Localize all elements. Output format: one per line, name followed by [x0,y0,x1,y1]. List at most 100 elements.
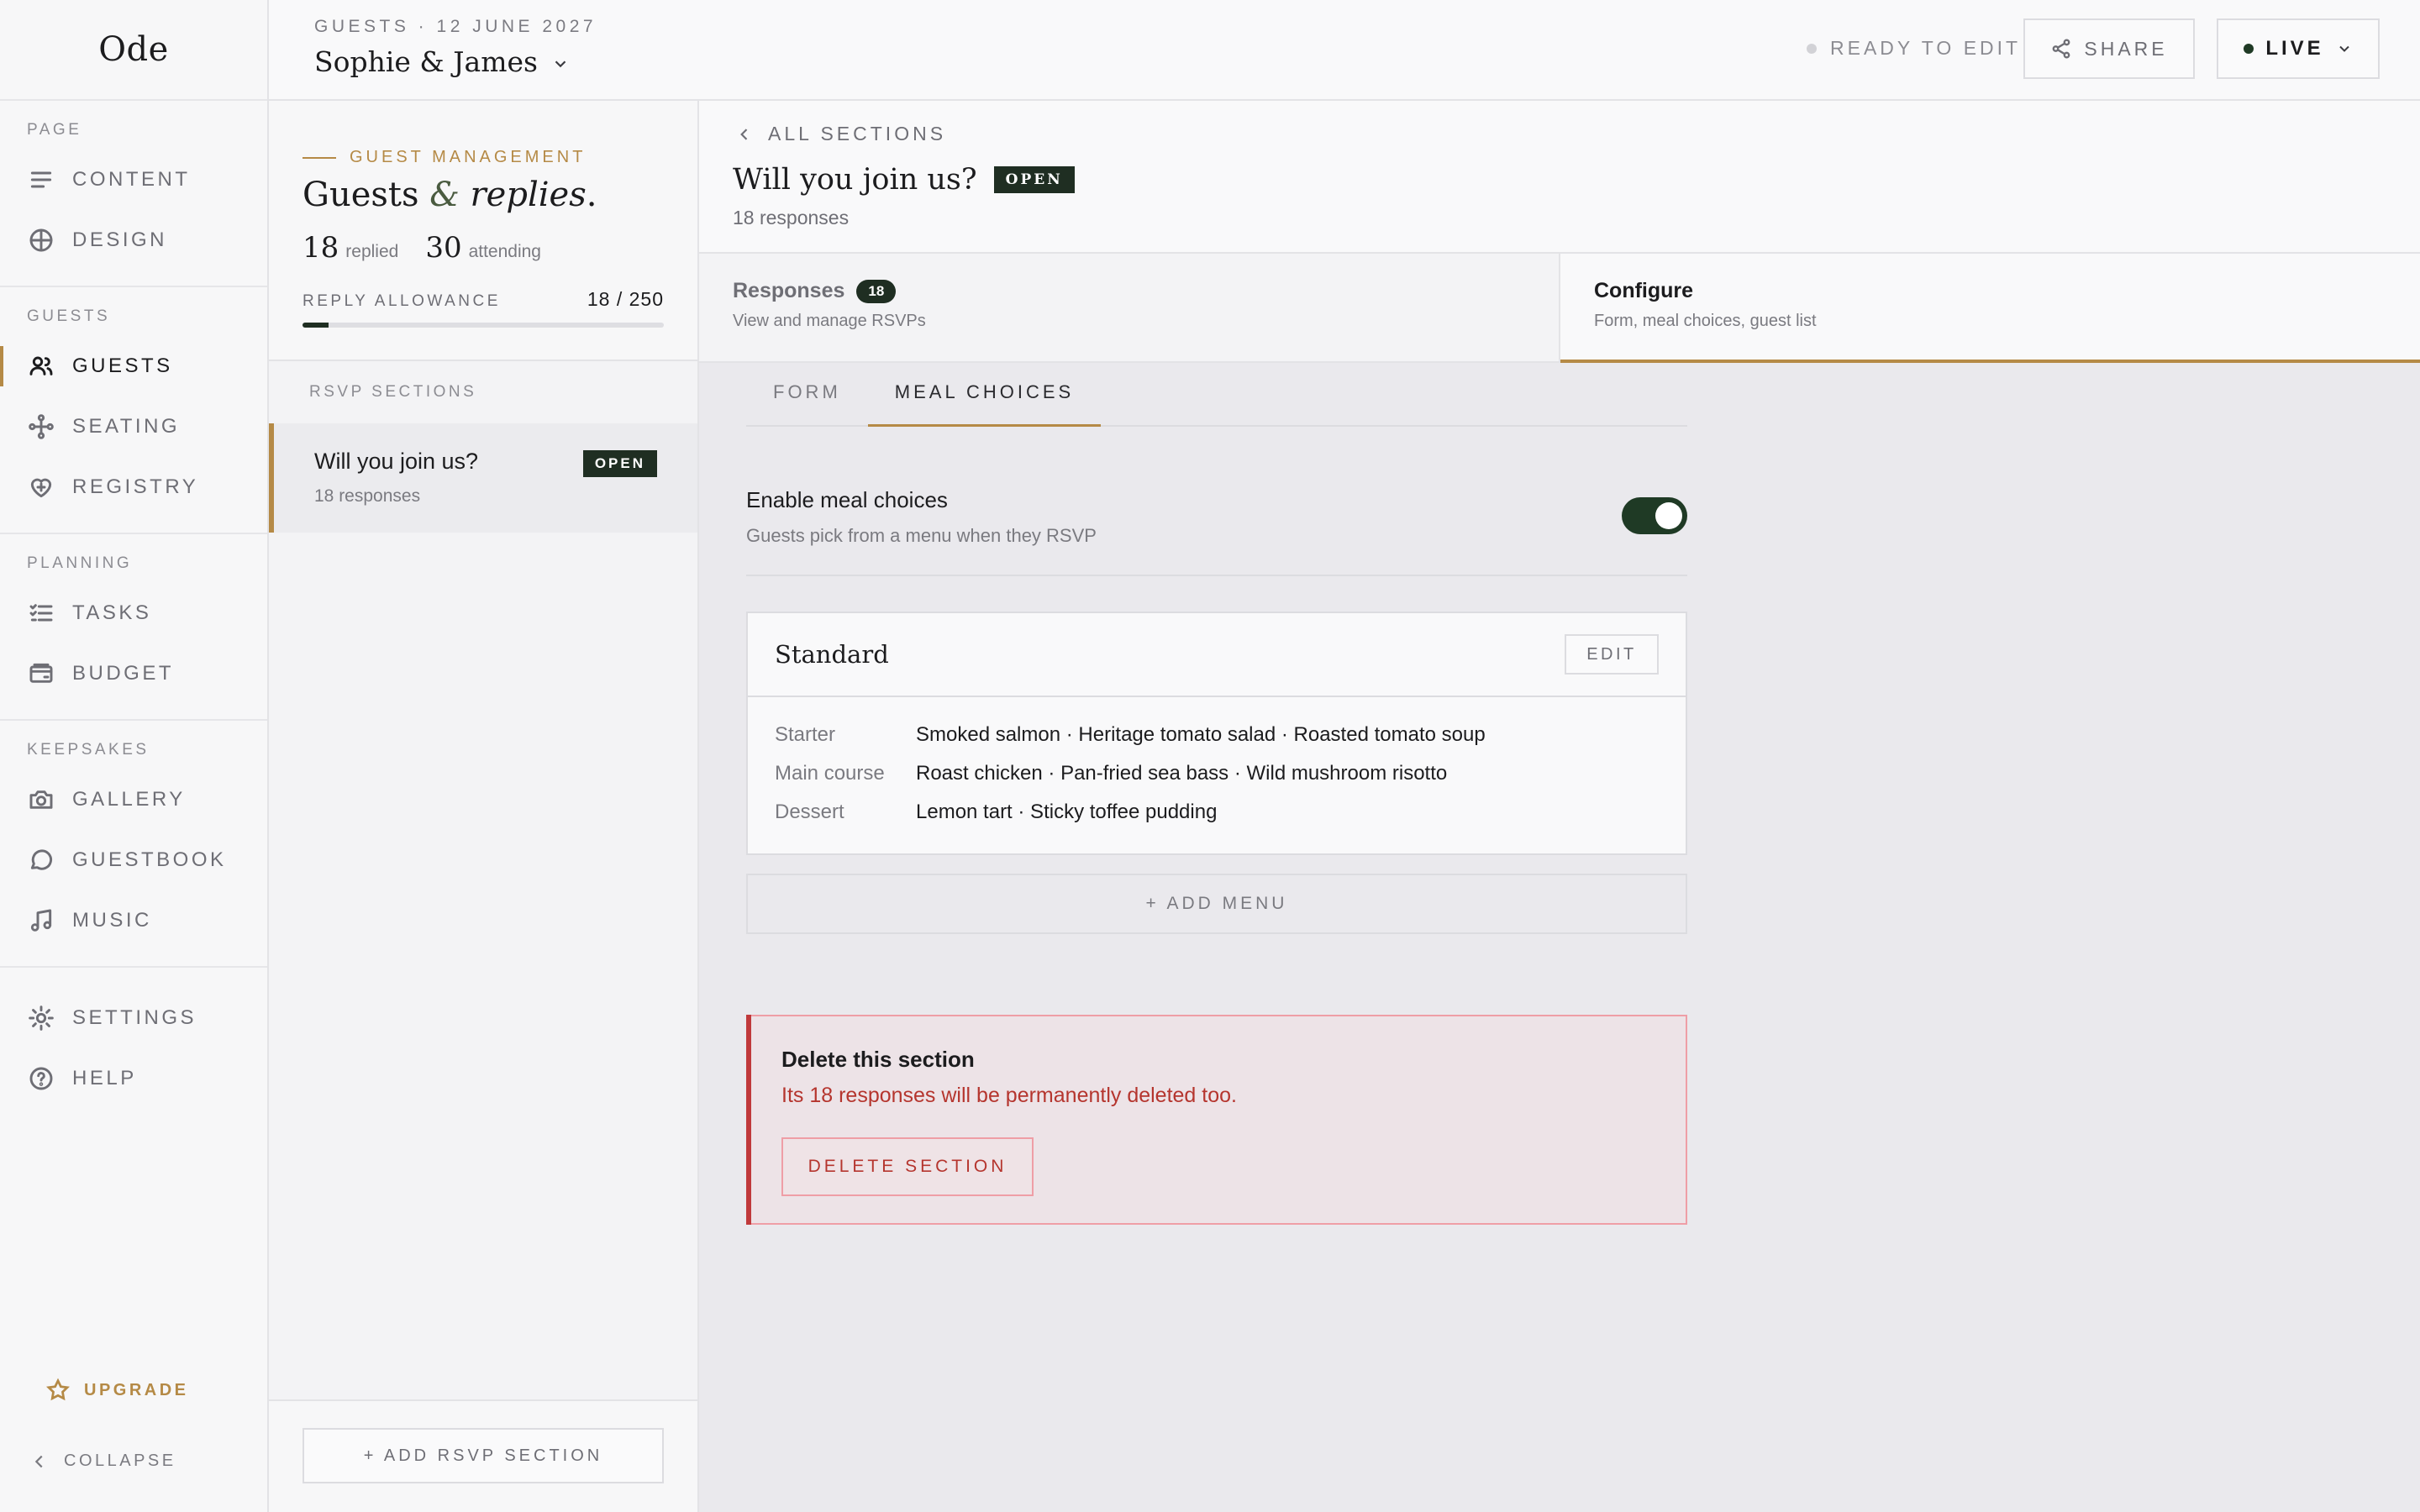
menu-courses: Starter Smoked salmon · Heritage tomato … [748,697,1686,853]
collapse-button[interactable]: COLLAPSE [30,1452,176,1471]
panel-title-part: Guests [302,176,430,214]
setting-description: Guests pick from a menu when they RSVP [746,525,1097,546]
sidebar-item-label: SEATING [72,415,181,438]
guest-panel-footer: + ADD RSVP SECTION [269,1399,697,1512]
sidebar-item-budget[interactable]: BUDGET [0,643,267,704]
upgrade-label: UPGRADE [84,1380,189,1399]
section-header: ALL SECTIONS Will you join us? OPEN 18 r… [699,101,2420,254]
sidebar-item-help[interactable]: HELP [0,1048,267,1109]
reply-stats: 18 replied 30 attending [302,231,664,265]
sidebar-item-gallery[interactable]: GALLERY [0,769,267,830]
course-items: Lemon tart · Sticky toffee pudding [916,801,1218,823]
all-sections-label: ALL SECTIONS [768,123,947,144]
allowance-label: REPLY ALLOWANCE [302,292,501,310]
edit-menu-button[interactable]: EDIT [1565,634,1659,675]
panel-eyebrow: GUEST MANAGEMENT [302,148,664,167]
tab-description: Form, meal choices, guest list [1594,312,1817,330]
eyebrow-label: GUEST MANAGEMENT [350,148,587,166]
tab-title-text: Configure [1594,279,1694,302]
sidebar-item-seating[interactable]: SEATING [0,396,267,457]
danger-description: Its 18 responses will be permanently del… [781,1084,1237,1107]
meal-choices-toggle[interactable] [1622,497,1687,534]
sidebar-item-label: GUESTBOOK [72,848,227,871]
menu-card: Standard EDIT Starter Smoked salmon · He… [746,612,1687,855]
tab-configure[interactable]: Configure Form, meal choices, guest list [1559,254,2420,363]
all-sections-link[interactable]: ALL SECTIONS [736,123,946,145]
course-row: Starter Smoked salmon · Heritage tomato … [775,716,1659,754]
tab-title: Responses 18 [733,279,1525,303]
chevron-down-icon [2338,45,2349,52]
nodes-icon [27,412,55,441]
sidebar-item-registry[interactable]: REGISTRY [0,457,267,517]
sidebar-item-guestbook[interactable]: GUESTBOOK [0,830,267,890]
sidebar-item-settings[interactable]: SETTINGS [0,988,267,1048]
nav-group-planning: PLANNING TASKS BUDGET [0,534,267,721]
star-icon [46,1378,70,1401]
subtab-meal-choices[interactable]: MEAL CHOICES [867,360,1102,427]
sidebar-item-label: GALLERY [72,788,186,811]
upgrade-link[interactable]: UPGRADE [45,1378,189,1403]
section-editor: ALL SECTIONS Will you join us? OPEN 18 r… [699,101,2420,1512]
course-label: Starter [775,723,836,746]
share-button[interactable]: SHARE [2023,18,2195,79]
nav-group-title: PLANNING [27,554,133,572]
users-icon [27,352,55,381]
meal-choices-setting: Enable meal choices Guests pick from a m… [746,487,1687,576]
app-logo[interactable]: Ode [98,30,169,69]
setting-title: Enable meal choices [746,487,948,512]
sidebar-item-label: TASKS [72,601,152,624]
camera-icon [27,785,55,814]
reply-allowance: REPLY ALLOWANCE 18 / 250 [302,288,664,311]
live-status-dropdown[interactable]: LIVE [2217,18,2380,79]
heart-icon [27,473,55,501]
event-switcher[interactable]: Sophie & James [314,45,570,78]
globe-icon [27,226,55,255]
replied-label: replied [345,242,399,261]
nav-group-system: SETTINGS HELP [0,968,267,1124]
sidebar-item-tasks[interactable]: TASKS [0,583,267,643]
chevron-down-icon [555,60,566,67]
panel-title-part: replies [459,176,587,214]
add-rsvp-section-button[interactable]: + ADD RSVP SECTION [302,1428,664,1483]
add-menu-button[interactable]: + ADD MENU [746,874,1687,934]
sidebar-item-guests[interactable]: GUESTS [0,336,267,396]
music-icon [27,906,55,935]
edit-status-label: READY TO EDIT [1830,37,2022,59]
toggle-knob [1655,502,1682,529]
sidebar-item-music[interactable]: MUSIC [0,890,267,951]
edit-status: READY TO EDIT [1807,37,2021,60]
tab-responses[interactable]: Responses 18 View and manage RSVPs [699,254,1559,361]
logo-area: Ode [0,0,267,101]
sidebar-item-label: GUESTS [72,354,173,377]
danger-zone: Delete this section Its 18 responses wil… [746,1015,1687,1225]
status-badge: OPEN [582,450,657,477]
tab-title: Configure [1594,279,2386,303]
course-row: Dessert Lemon tart · Sticky toffee puddi… [775,793,1659,832]
course-row: Main course Roast chicken · Pan-fried se… [775,754,1659,793]
sidebar-item-design[interactable]: DESIGN [0,210,267,270]
subtab-form[interactable]: FORM [746,360,868,425]
checklist-icon [27,599,55,627]
nav-group-title: KEEPSAKES [27,741,150,759]
wallet-icon [27,659,55,688]
section-title-text: Will you join us? [733,163,977,197]
rsvp-section-item[interactable]: Will you join us? 18 responses OPEN [269,423,697,533]
sidebar-item-content[interactable]: CONTENT [0,150,267,210]
lines-icon [27,165,55,194]
attending-label: attending [468,242,541,261]
sidebar-item-label: DESIGN [72,228,168,251]
nav-group-page: PAGE CONTENT DESIGN [0,101,267,287]
course-items: Smoked salmon · Heritage tomato salad · … [916,723,1486,746]
nav-group-keepsakes: KEEPSAKES GALLERY GUESTBOOK MUSIC [0,721,267,968]
allowance-progress-fill [302,323,329,328]
delete-section-button[interactable]: DELETE SECTION [781,1137,1034,1196]
tab-description: View and manage RSVPs [733,312,926,330]
sidebar: Ode PAGE CONTENT DESIGN GUESTS GUESTS SE… [0,0,269,1512]
configure-subtabs: FORM MEAL CHOICES [746,360,1687,427]
attending-count: 30 [425,231,462,265]
chevron-left-icon [34,1455,43,1467]
sidebar-item-label: CONTENT [72,168,191,191]
status-badge: OPEN [993,166,1075,193]
sun-icon [27,1004,55,1032]
section-tabs: Responses 18 View and manage RSVPs Config… [699,254,2420,363]
